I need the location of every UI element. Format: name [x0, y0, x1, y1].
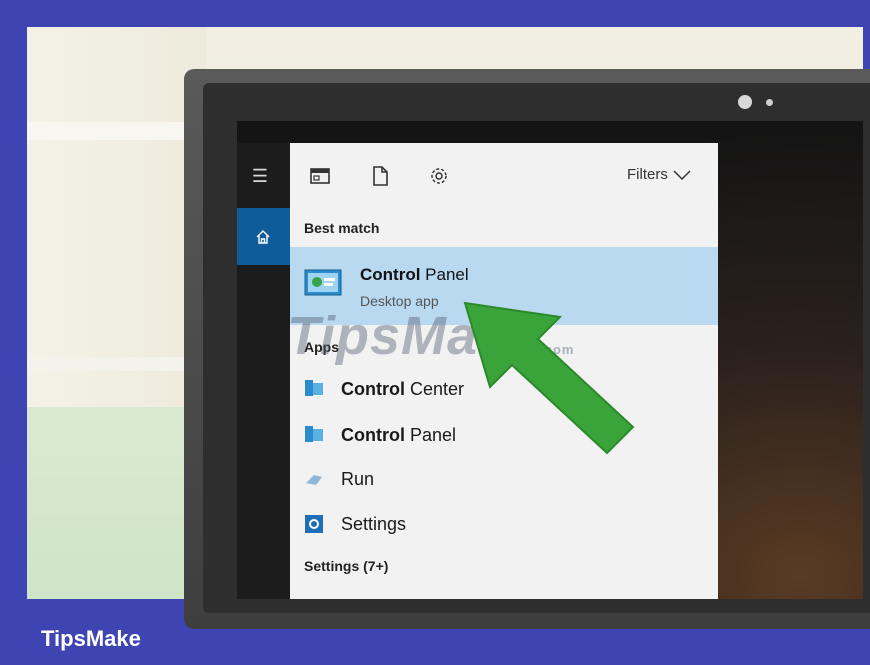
best-match-title: Control Panel: [360, 265, 469, 284]
app-item-control-center[interactable]: Control Center: [341, 379, 464, 400]
chevron-down-icon: [673, 170, 691, 181]
home-icon: [256, 230, 270, 244]
run-icon: [306, 475, 322, 485]
filters-dropdown[interactable]: Filters: [627, 166, 692, 183]
app-item-control-panel[interactable]: Control Panel: [341, 425, 456, 446]
home-button[interactable]: [237, 208, 290, 265]
webcam-light-icon: [766, 99, 773, 106]
control-panel-icon: [305, 426, 323, 442]
caption-brand: TipsMake: [41, 626, 141, 651]
app-item-settings[interactable]: Settings: [341, 514, 406, 535]
hamburger-menu-icon[interactable]: ☰: [250, 167, 270, 185]
control-panel-icon: [304, 269, 342, 296]
app-item-run[interactable]: Run: [341, 469, 374, 490]
app-window-icon[interactable]: [309, 166, 331, 186]
best-match-header: Best match: [304, 220, 380, 236]
control-panel-icon: [305, 380, 323, 396]
settings-section-header: Settings (7+): [304, 558, 389, 574]
pointer-arrow-icon: [463, 301, 635, 455]
filters-label: Filters: [627, 166, 668, 183]
document-icon[interactable]: [369, 166, 391, 186]
settings-icon: [305, 515, 323, 533]
gear-icon[interactable]: [428, 166, 450, 186]
webcam-icon: [738, 95, 752, 109]
